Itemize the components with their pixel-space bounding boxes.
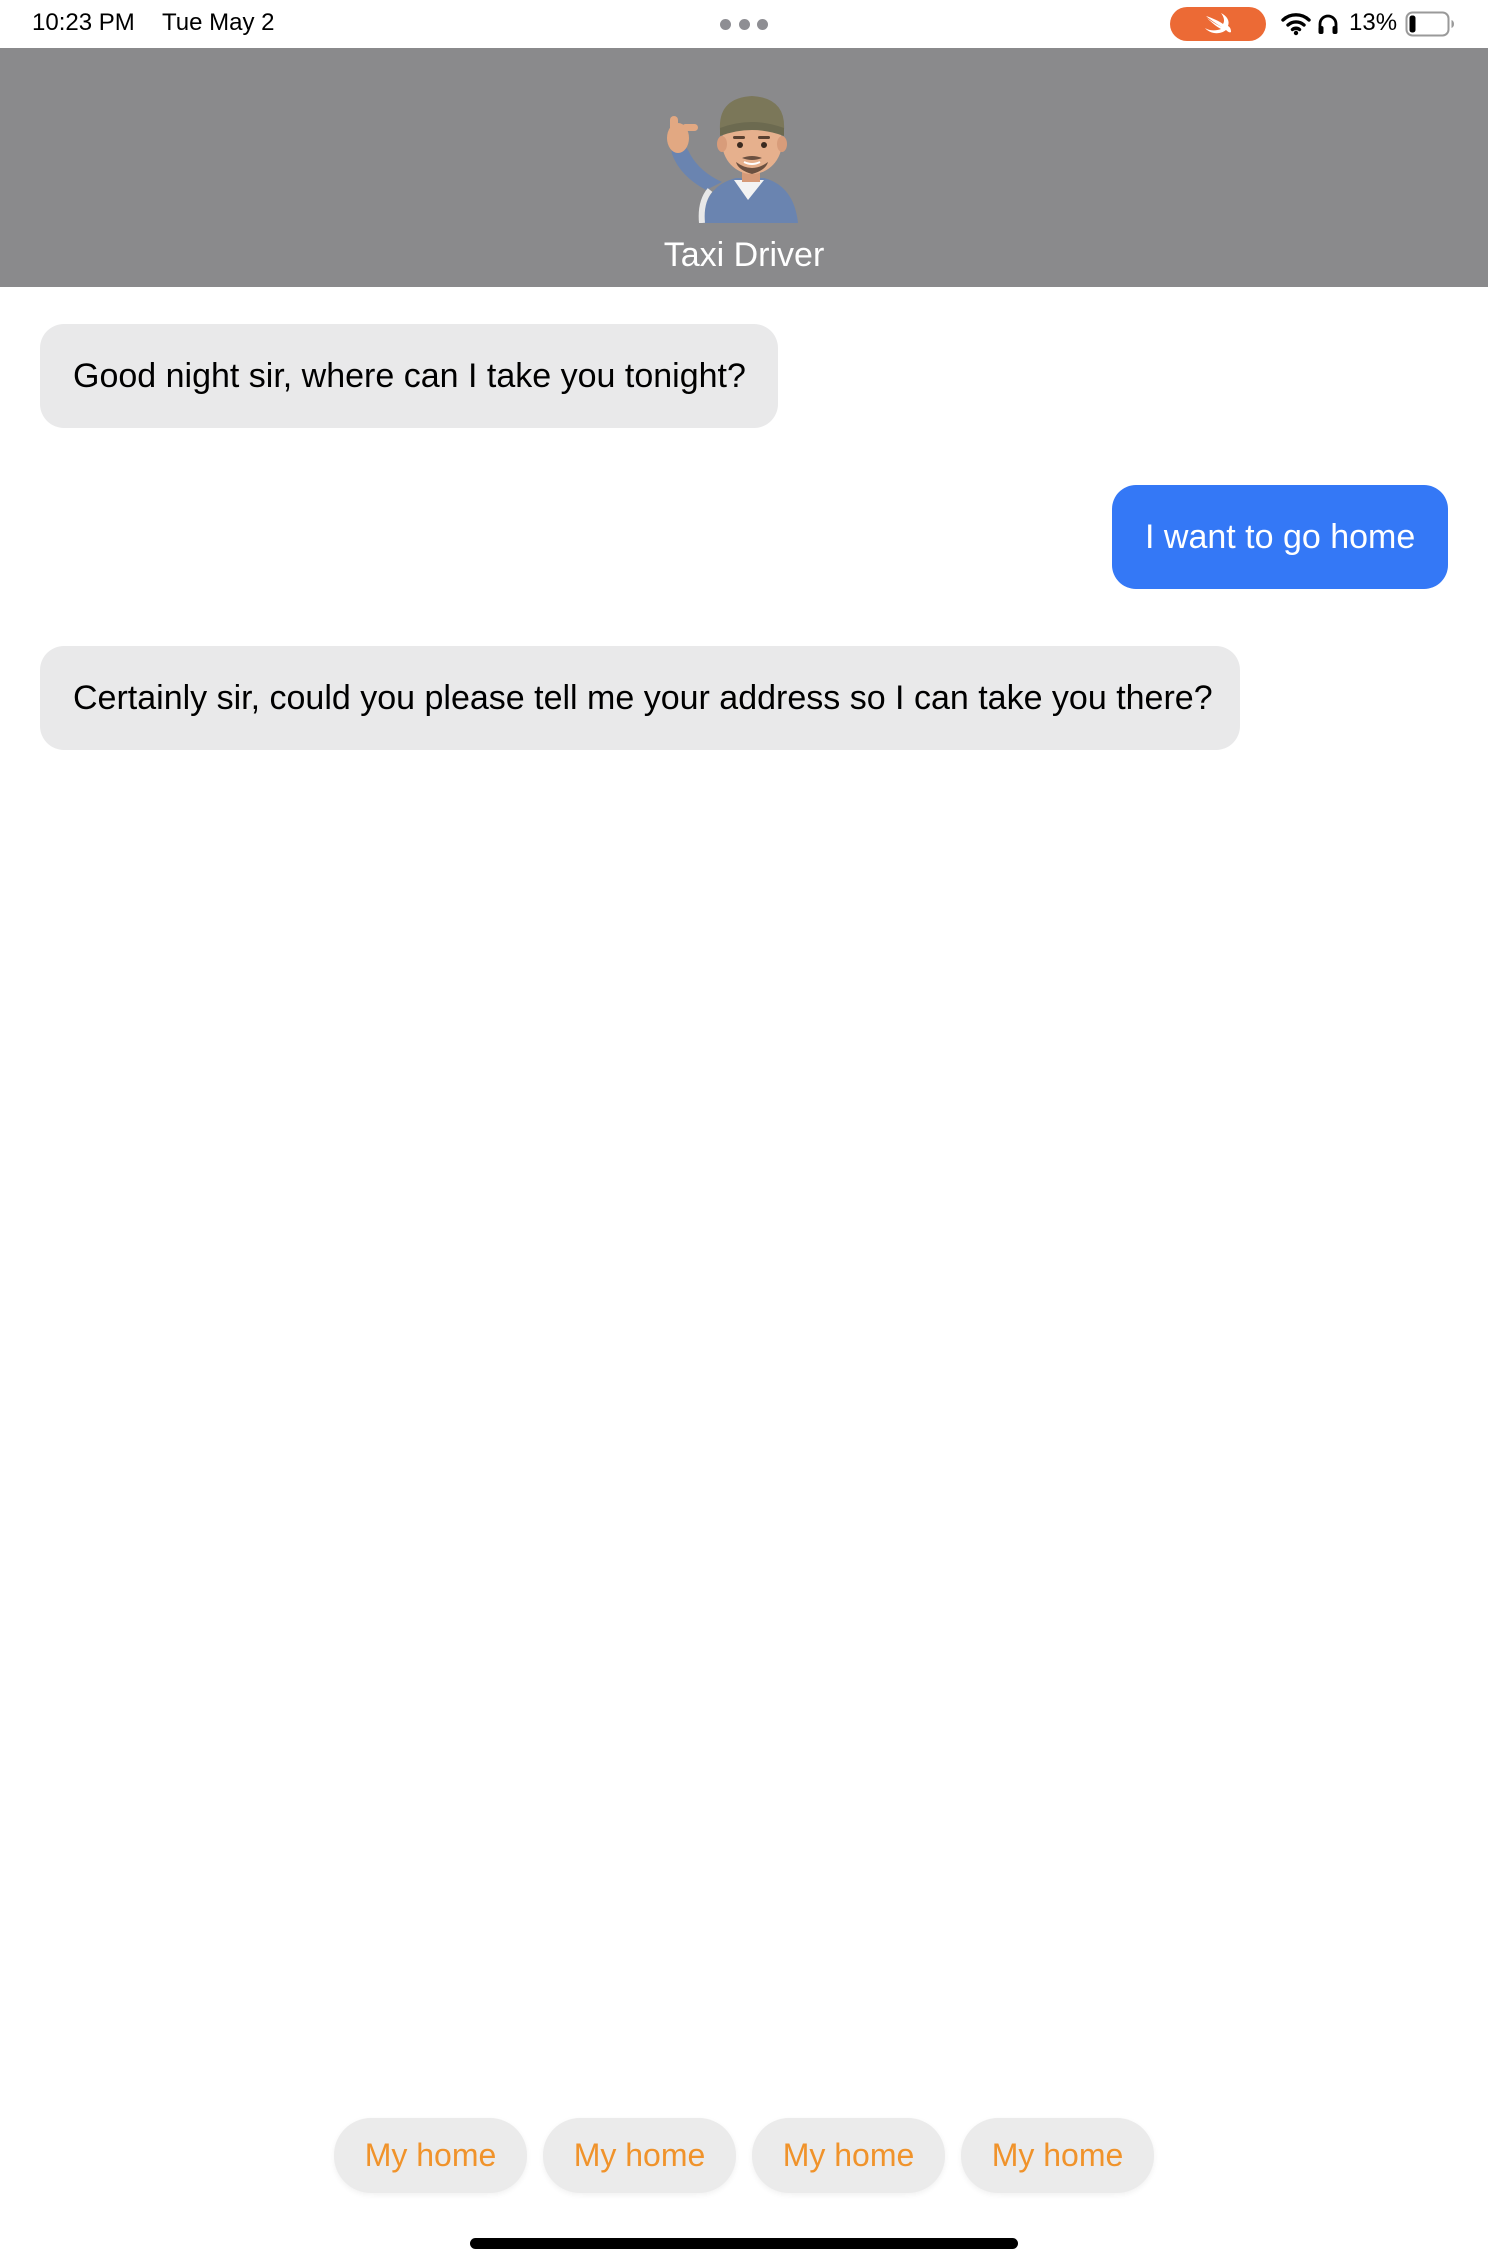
message-bubble-incoming: Certainly sir, could you please tell me … <box>40 646 1240 750</box>
quick-reply-button[interactable]: My home <box>752 2118 945 2193</box>
quick-reply-bar: My home My home My home My home <box>334 2118 1154 2193</box>
status-date: Tue May 2 <box>162 9 275 36</box>
home-indicator[interactable] <box>470 2238 1018 2249</box>
swift-icon <box>1205 13 1231 34</box>
status-bar: 10:23 PM Tue May 2 13% <box>0 0 1488 48</box>
chat-title: Taxi Driver <box>663 236 825 274</box>
memoji-avatar-icon[interactable] <box>660 78 810 223</box>
wifi-icon <box>1281 13 1311 36</box>
headphones-icon <box>1318 14 1338 34</box>
message-bubble-incoming: Good night sir, where can I take you ton… <box>40 324 778 428</box>
quick-reply-button[interactable]: My home <box>961 2118 1154 2193</box>
multitask-dots-icon[interactable] <box>720 18 768 30</box>
quick-reply-button[interactable]: My home <box>334 2118 527 2193</box>
quick-reply-button[interactable]: My home <box>543 2118 736 2193</box>
chat-screen: 10:23 PM Tue May 2 13% Taxi Driver Good … <box>0 0 1488 2266</box>
chat-header: Taxi Driver <box>0 48 1488 287</box>
message-bubble-outgoing: I want to go home <box>1112 485 1448 589</box>
swift-pill[interactable] <box>1170 7 1266 41</box>
battery-percent: 13% <box>1349 9 1398 36</box>
battery-icon <box>1405 11 1454 37</box>
status-time: 10:23 PM <box>32 9 135 36</box>
